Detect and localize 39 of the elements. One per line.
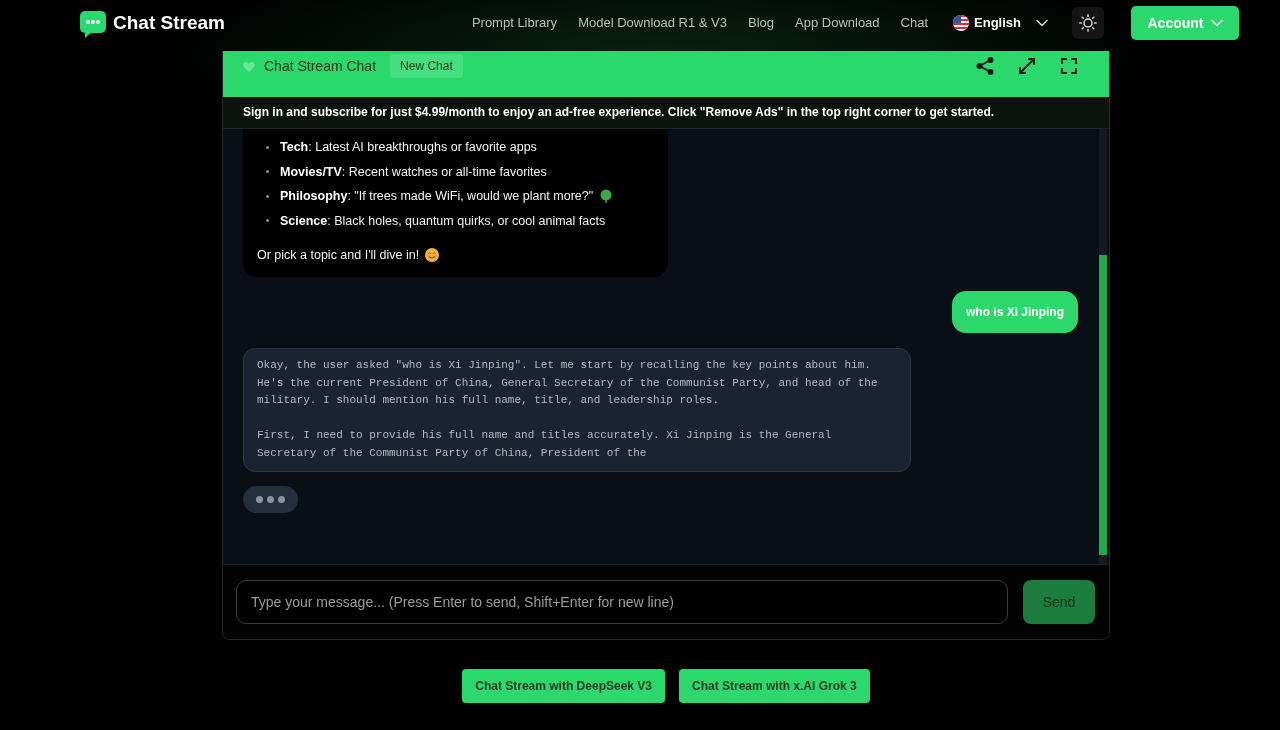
nav-link[interactable]: Prompt Library [471, 15, 558, 30]
tree-emoji-icon [600, 189, 613, 204]
list-item-text: Science: Black holes, quantum quirks, or cool animal facts [280, 213, 606, 228]
scrollbar[interactable] [1099, 129, 1107, 564]
smiley-emoji-icon [425, 248, 440, 262]
nav-link[interactable]: Chat [900, 15, 929, 30]
brand-name[interactable]: Chat Stream [113, 11, 225, 34]
bullet-icon [266, 194, 269, 198]
bullet-icon [266, 219, 269, 223]
bullet-icon [266, 170, 269, 174]
list-item-text: Philosophy: "If trees made WiFi, would we plant more?" [280, 189, 594, 204]
sun-icon [1079, 13, 1097, 32]
list-item-text: Movies/TV: Recent watches or all-time favorites [280, 164, 547, 179]
reasoning-text: Okay, the user asked "who is Xi Jinping". Let me start by recalling the key points about him. He's the current President of China, General Secretary of the Communist Party, and head of the military. I should mention his full name, title, and leadership roles. [257, 358, 879, 408]
user-message: who is Xi Jinping [952, 291, 1078, 333]
model-link-button[interactable]: Chat Stream with DeepSeek V3 [462, 669, 665, 703]
message-text: Or pick a topic and I'll dive in! [257, 248, 420, 262]
nav-link[interactable]: App Download [795, 15, 880, 30]
reasoning-text: First, I need to provide his full name and titles accurately. Xi Jinping is the General Secretary of the Communist Party of China, President of the [257, 428, 833, 461]
nav-link[interactable]: Model Download R1 & V3 [578, 15, 727, 30]
expand-icon[interactable] [1017, 56, 1037, 76]
theme-toggle-button[interactable] [1072, 6, 1104, 39]
chevron-down-icon [1036, 18, 1048, 27]
new-chat-button[interactable]: New Chat [390, 54, 463, 78]
flag-icon [953, 14, 970, 31]
heart-icon [243, 60, 255, 72]
language-selector[interactable]: English [953, 14, 1048, 31]
list-item-text: Tech: Latest AI breakthroughs or favorite apps [280, 140, 537, 155]
chat-bubble-logo-icon[interactable] [80, 10, 106, 38]
notice-banner: Sign in and subscribe for just $4.99/month to enjoy an ad-free experience. Click "Remove Ads" in the top right corner to get started. [223, 97, 1109, 129]
share-icon[interactable] [975, 56, 995, 76]
fullscreen-icon[interactable] [1059, 56, 1079, 76]
bullet-icon [266, 145, 269, 149]
chevron-down-icon [1210, 18, 1223, 27]
nav-link[interactable]: Blog [748, 15, 774, 30]
model-link-button[interactable]: Chat Stream with x.AI Grok 3 [679, 669, 870, 703]
message-input[interactable]: Type your message... (Press Enter to send, Shift+Enter for new line) [236, 580, 1008, 624]
typing-indicator [243, 486, 298, 513]
chat-title: Chat Stream Chat [264, 58, 377, 74]
